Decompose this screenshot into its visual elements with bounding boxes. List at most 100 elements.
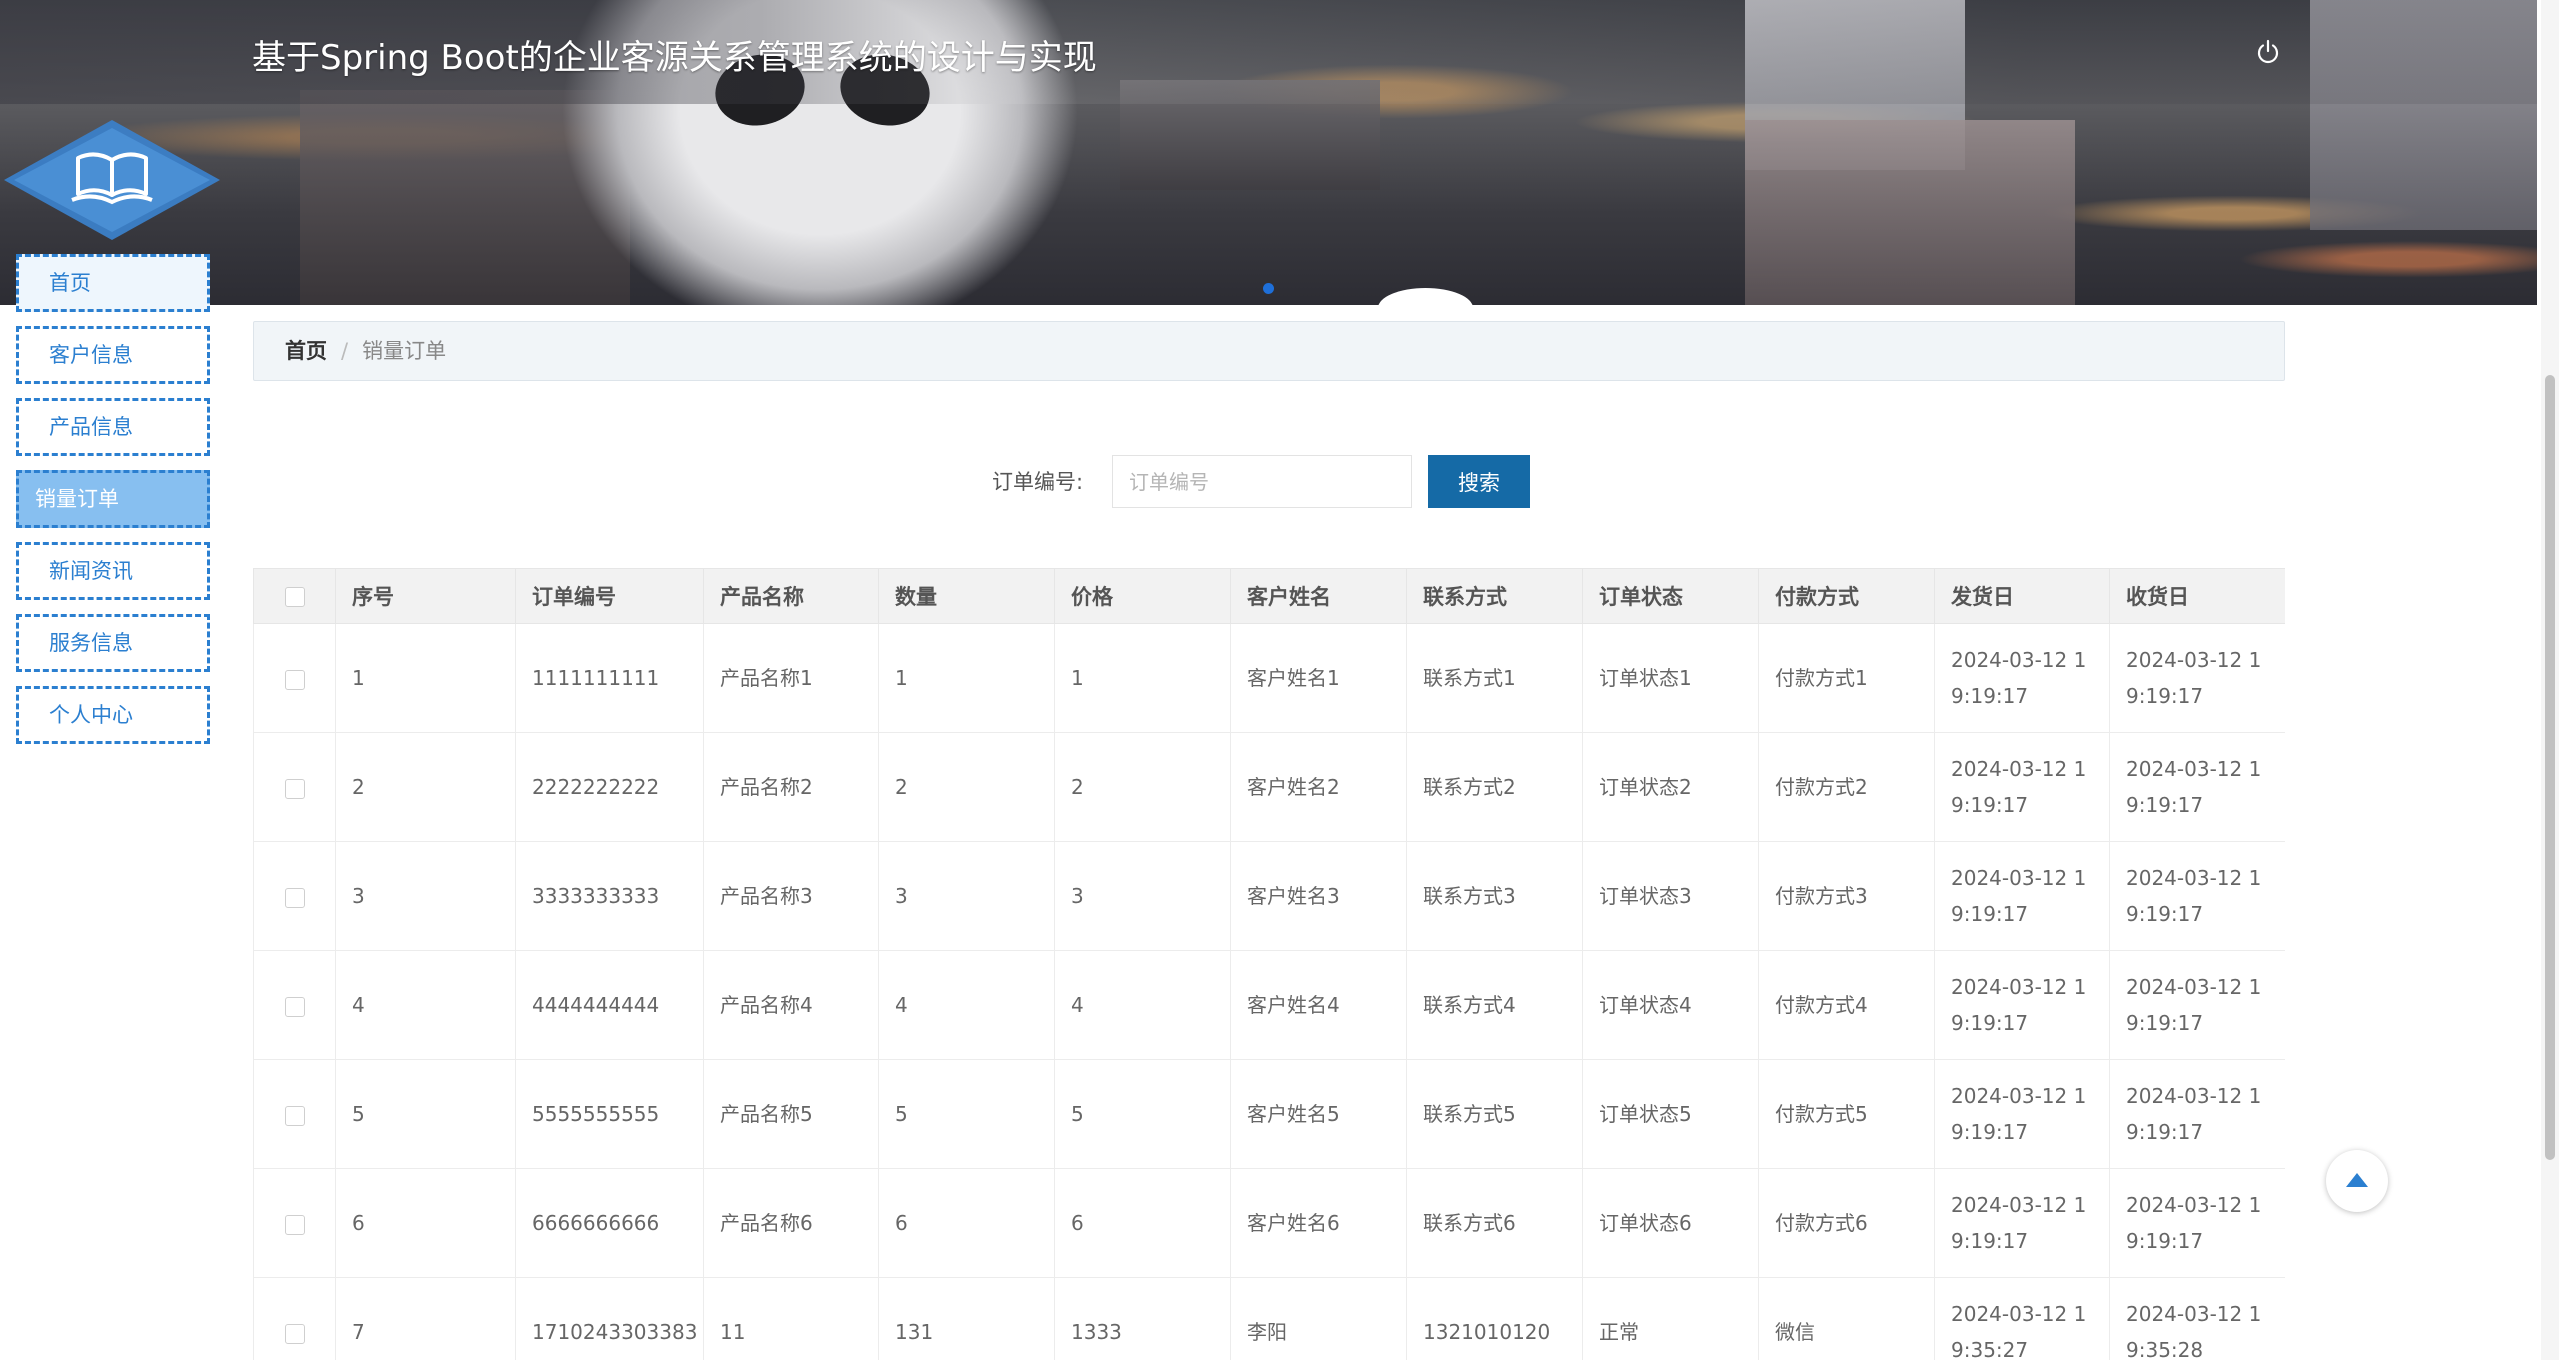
search-button[interactable]: 搜索 <box>1428 455 1530 508</box>
table-cell: 客户姓名1 <box>1230 623 1407 733</box>
table-row[interactable]: 7 1710243303383 11 131 1333 李阳 1321010120 正常 微信 2… <box>253 1277 2285 1360</box>
table-cell: 付款方式1 <box>1758 623 1935 733</box>
breadcrumb-current: 销量订单 <box>362 339 447 363</box>
row-checkbox[interactable] <box>284 1214 305 1235</box>
column-header: 付款方式 <box>1758 568 1935 624</box>
table-cell: 1 <box>878 623 1055 733</box>
column-header: 数量 <box>878 568 1055 624</box>
table-row[interactable]: 5 5555555555 产品名称5 5 5 客户姓名5 联系方式5 订单状态5 付款方式5 20… <box>253 1059 2285 1169</box>
table-cell: 3 <box>878 841 1055 951</box>
table-cell: 2024-03-12 19:19:17 <box>2109 732 2285 842</box>
table-cell: 产品名称3 <box>703 841 879 951</box>
table-cell: 2024-03-12 19:19:17 <box>2109 1059 2285 1169</box>
table-cell: 3 <box>1054 841 1231 951</box>
table-cell: 付款方式6 <box>1758 1168 1935 1278</box>
sidebar-item-services[interactable]: 服务信息 <box>16 614 210 672</box>
carousel-dot-active[interactable] <box>1263 283 1274 294</box>
column-header: 联系方式 <box>1406 568 1583 624</box>
row-checkbox-cell <box>253 623 336 733</box>
table-cell: 付款方式5 <box>1758 1059 1935 1169</box>
table-cell: 5 <box>335 1059 516 1169</box>
table-cell: 6666666666 <box>515 1168 704 1278</box>
table-cell: 5 <box>1054 1059 1231 1169</box>
back-to-top-button[interactable] <box>2326 1150 2388 1212</box>
table-row[interactable]: 6 6666666666 产品名称6 6 6 客户姓名6 联系方式6 订单状态6 付款方式6 20… <box>253 1168 2285 1278</box>
table-cell: 客户姓名2 <box>1230 732 1407 842</box>
orders-table-container: 序号 订单编号 产品名称 数量 价格 客户姓名 联系方式 订单状态 付款方式 发… <box>253 568 2285 1360</box>
sidebar-item-home[interactable]: 首页 <box>16 254 210 312</box>
row-checkbox-cell <box>253 841 336 951</box>
select-all-checkbox[interactable] <box>284 587 305 607</box>
breadcrumb-separator: / <box>341 339 349 363</box>
orders-table: 序号 订单编号 产品名称 数量 价格 客户姓名 联系方式 订单状态 付款方式 发… <box>253 568 2285 1360</box>
order-number-search-input[interactable] <box>1112 455 1412 508</box>
table-cell: 2024-03-12 19:19:17 <box>1934 732 2110 842</box>
sidebar-item-customers[interactable]: 客户信息 <box>16 326 210 384</box>
scrollbar-thumb[interactable] <box>2545 375 2555 1160</box>
column-header: 收货日 <box>2109 568 2285 624</box>
row-checkbox-cell <box>253 732 336 842</box>
table-cell: 正常 <box>1582 1277 1759 1360</box>
table-cell: 客户姓名3 <box>1230 841 1407 951</box>
table-cell: 6 <box>878 1168 1055 1278</box>
table-cell: 产品名称5 <box>703 1059 879 1169</box>
table-cell: 7 <box>335 1277 516 1360</box>
table-cell: 4444444444 <box>515 950 704 1060</box>
table-cell: 1111111111 <box>515 623 704 733</box>
column-header: 发货日 <box>1934 568 2110 624</box>
column-header: 价格 <box>1054 568 1231 624</box>
row-checkbox[interactable] <box>284 669 305 690</box>
table-cell: 产品名称6 <box>703 1168 879 1278</box>
table-cell: 3 <box>335 841 516 951</box>
row-checkbox[interactable] <box>284 887 305 908</box>
table-cell: 2024-03-12 19:35:28 <box>2109 1277 2285 1360</box>
table-cell: 产品名称2 <box>703 732 879 842</box>
row-checkbox[interactable] <box>284 996 305 1017</box>
breadcrumb: 首页 / 销量订单 <box>253 321 2285 381</box>
header-banner: 基于Spring Boot的企业客源关系管理系统的设计与实现 <box>0 0 2537 305</box>
sidebar-item-sales-orders[interactable]: 销量订单 <box>16 470 210 528</box>
row-checkbox[interactable] <box>284 1323 305 1344</box>
table-cell: 2024-03-12 19:19:17 <box>1934 623 2110 733</box>
table-row[interactable]: 4 4444444444 产品名称4 4 4 客户姓名4 联系方式4 订单状态4 付款方式4 20… <box>253 950 2285 1060</box>
column-header: 订单编号 <box>515 568 704 624</box>
select-all-checkbox-cell <box>253 568 336 624</box>
table-cell: 1710243303383 <box>515 1277 704 1360</box>
open-book-icon <box>4 120 220 240</box>
sidebar-item-profile[interactable]: 个人中心 <box>16 686 210 744</box>
table-cell: 2 <box>878 732 1055 842</box>
table-cell: 订单状态6 <box>1582 1168 1759 1278</box>
table-cell: 客户姓名4 <box>1230 950 1407 1060</box>
table-row[interactable]: 1 1111111111 产品名称1 1 1 客户姓名1 联系方式1 订单状态1 付款方式1 20… <box>253 623 2285 733</box>
table-cell: 2024-03-12 19:19:17 <box>2109 1168 2285 1278</box>
sidebar-item-news[interactable]: 新闻资讯 <box>16 542 210 600</box>
table-cell: 联系方式2 <box>1406 732 1583 842</box>
row-checkbox-cell <box>253 1168 336 1278</box>
row-checkbox[interactable] <box>284 778 305 799</box>
table-cell: 李阳 <box>1230 1277 1407 1360</box>
table-cell: 131 <box>878 1277 1055 1360</box>
search-label: 订单编号: <box>992 470 1084 494</box>
table-cell: 2024-03-12 19:19:17 <box>1934 1168 2110 1278</box>
table-cell: 2222222222 <box>515 732 704 842</box>
table-row[interactable]: 2 2222222222 产品名称2 2 2 客户姓名2 联系方式2 订单状态2 付款方式2 20… <box>253 732 2285 842</box>
row-checkbox[interactable] <box>284 1105 305 1126</box>
table-cell: 付款方式3 <box>1758 841 1935 951</box>
table-cell: 订单状态2 <box>1582 732 1759 842</box>
power-icon[interactable] <box>2254 38 2282 66</box>
table-cell: 5555555555 <box>515 1059 704 1169</box>
table-cell: 1 <box>335 623 516 733</box>
table-cell: 4 <box>1054 950 1231 1060</box>
table-row[interactable]: 3 3333333333 产品名称3 3 3 客户姓名3 联系方式3 订单状态3 付款方式3 20… <box>253 841 2285 951</box>
table-cell: 联系方式5 <box>1406 1059 1583 1169</box>
sidebar-item-products[interactable]: 产品信息 <box>16 398 210 456</box>
table-cell: 产品名称1 <box>703 623 879 733</box>
carousel-indicator <box>1378 288 1473 305</box>
breadcrumb-home-link[interactable]: 首页 <box>285 339 327 363</box>
table-cell: 联系方式3 <box>1406 841 1583 951</box>
banner-building <box>1745 120 2075 305</box>
table-cell: 联系方式1 <box>1406 623 1583 733</box>
table-cell: 付款方式4 <box>1758 950 1935 1060</box>
table-cell: 订单状态3 <box>1582 841 1759 951</box>
column-header: 订单状态 <box>1582 568 1759 624</box>
